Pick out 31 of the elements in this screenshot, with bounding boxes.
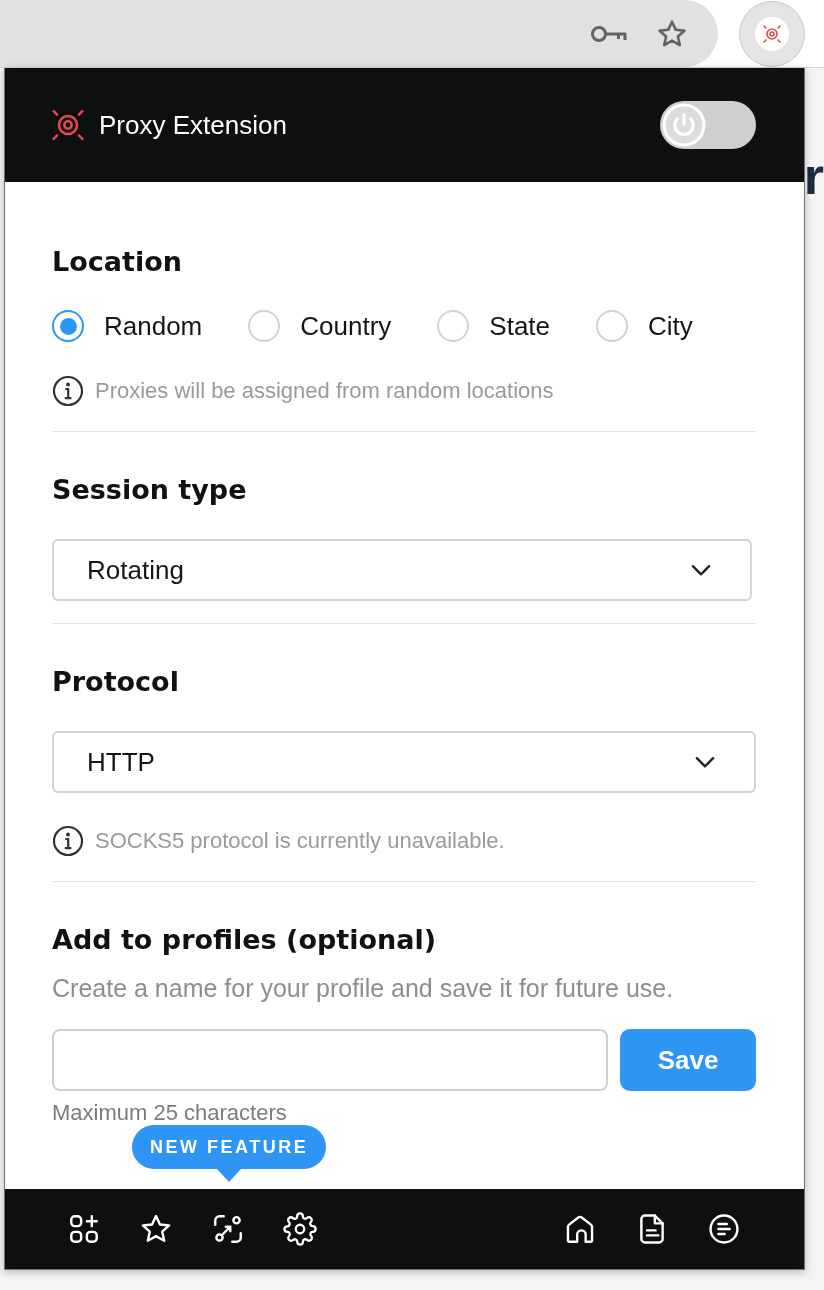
radio-button[interactable] (437, 310, 470, 342)
grid-plus-icon[interactable] (67, 1212, 101, 1246)
page-heading-text: r (803, 150, 824, 202)
message-icon[interactable] (707, 1212, 741, 1246)
target-icon (755, 16, 789, 51)
radio-label: City (648, 310, 693, 342)
radio-button[interactable] (248, 310, 281, 342)
character-limit-hint: Maximum 25 characters (52, 1101, 288, 1125)
power-toggle[interactable] (660, 101, 756, 149)
section-heading: Protocol (52, 665, 180, 699)
radio-button[interactable] (52, 310, 84, 342)
target-icon (51, 108, 85, 142)
section-heading: Session type (52, 473, 248, 507)
power-icon (662, 103, 706, 147)
profile-name-field[interactable] (52, 1029, 608, 1091)
info-text: SOCKS5 protocol is currently unavailable. (95, 828, 505, 854)
radio-label: Country (300, 310, 392, 342)
info-icon (52, 825, 84, 857)
session-type-select[interactable]: Rotating (52, 539, 752, 601)
protocol-select[interactable]: HTTP (52, 731, 756, 793)
info-text: Proxies will be assigned from random locations (95, 378, 554, 404)
radio-button[interactable] (596, 310, 629, 342)
radio-label: State (489, 310, 551, 342)
section-heading: Location (52, 245, 183, 279)
scan-frame-icon[interactable] (211, 1212, 245, 1246)
section-description: Create a name for your profile and save it for future use. (52, 973, 675, 1003)
popup-title: Proxy Extension (99, 109, 287, 141)
info-icon (52, 375, 84, 407)
settings-icon[interactable] (283, 1212, 317, 1246)
radio-label: Random (104, 310, 203, 342)
section-heading: Add to profiles (optional) (52, 923, 437, 957)
